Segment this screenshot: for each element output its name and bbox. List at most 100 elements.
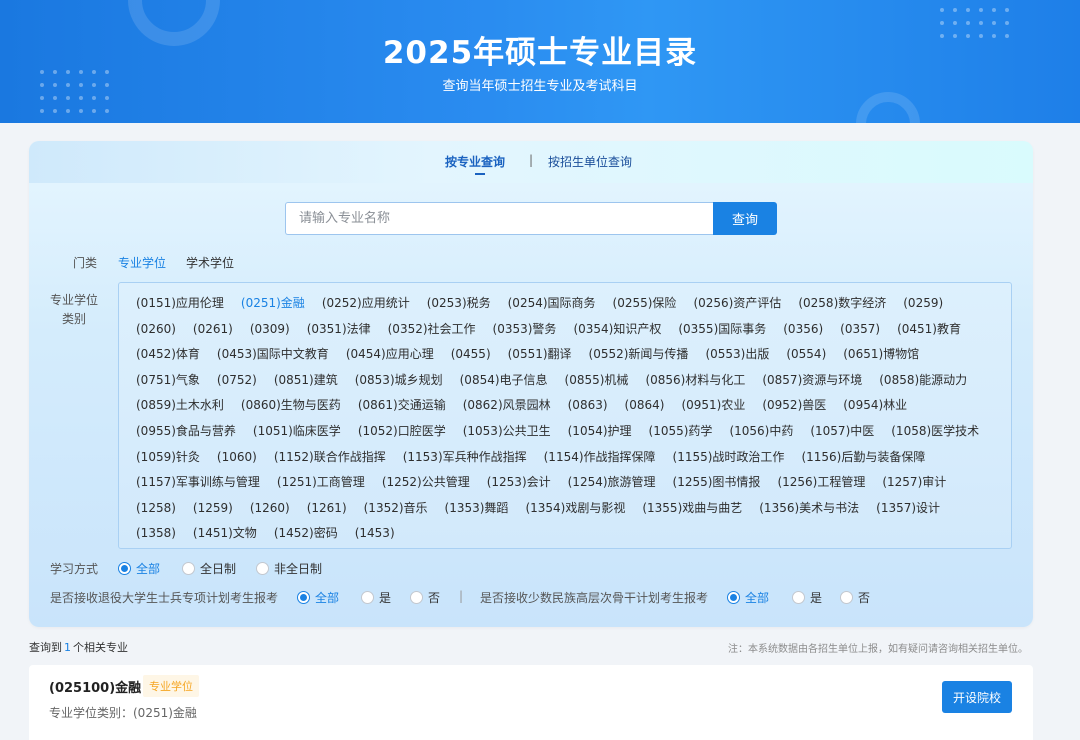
veteran-plan-radio-no[interactable]: 否 bbox=[410, 589, 440, 606]
degree-type-item[interactable]: (1355)戏曲与曲艺 bbox=[642, 496, 742, 522]
degree-type-item[interactable]: (0354)知识产权 bbox=[573, 317, 661, 343]
degree-type-item[interactable]: (0259) bbox=[903, 291, 943, 317]
degree-type-item[interactable]: (0252)应用统计 bbox=[322, 291, 410, 317]
degree-type-item[interactable]: (1155)战时政治工作 bbox=[673, 445, 785, 471]
degree-type-item[interactable]: (1052)口腔医学 bbox=[358, 419, 446, 445]
degree-type-item[interactable]: (0954)林业 bbox=[843, 393, 907, 419]
degree-type-item[interactable]: (0451)教育 bbox=[897, 317, 961, 343]
minority-plan-radio-all[interactable]: 全部 bbox=[727, 589, 769, 606]
degree-type-item[interactable]: (0862)风景园林 bbox=[463, 393, 551, 419]
degree-type-item[interactable]: (1056)中药 bbox=[729, 419, 793, 445]
degree-type-item[interactable]: (1059)针灸 bbox=[136, 445, 200, 471]
minority-plan-radio-yes[interactable]: 是 bbox=[792, 589, 822, 606]
degree-type-item[interactable]: (0858)能源动力 bbox=[879, 368, 967, 394]
degree-type-item[interactable]: (1251)工商管理 bbox=[277, 470, 365, 496]
degree-type-item[interactable]: (0254)国际商务 bbox=[508, 291, 596, 317]
study-mode-radio-all[interactable]: 全部 bbox=[118, 560, 160, 577]
degree-type-item[interactable]: (1261) bbox=[307, 496, 347, 522]
degree-type-item[interactable]: (1254)旅游管理 bbox=[568, 470, 656, 496]
degree-type-item[interactable]: (0554) bbox=[786, 342, 826, 368]
degree-type-item[interactable]: (1058)医学技术 bbox=[891, 419, 979, 445]
degree-type-item[interactable]: (0863) bbox=[568, 393, 608, 419]
degree-type-item[interactable]: (1153)军兵种作战指挥 bbox=[403, 445, 527, 471]
degree-type-item[interactable]: (0860)生物与医药 bbox=[241, 393, 341, 419]
degree-type-item[interactable]: (0260) bbox=[136, 317, 176, 343]
degree-type-item[interactable]: (1156)后勤与装备保障 bbox=[801, 445, 925, 471]
degree-type-item[interactable]: (1354)戏剧与影视 bbox=[525, 496, 625, 522]
degree-type-item[interactable]: (0859)土木水利 bbox=[136, 393, 224, 419]
degree-type-item[interactable]: (0856)材料与化工 bbox=[645, 368, 745, 394]
degree-type-item[interactable]: (0309) bbox=[250, 317, 290, 343]
degree-type-item[interactable]: (0355)国际事务 bbox=[678, 317, 766, 343]
category-option-academic[interactable]: 学术学位 bbox=[186, 254, 234, 271]
degree-type-item[interactable]: (1451)文物 bbox=[193, 521, 257, 547]
degree-type-item[interactable]: (0351)法律 bbox=[307, 317, 371, 343]
degree-type-item[interactable]: (1154)作战指挥保障 bbox=[544, 445, 656, 471]
degree-type-item[interactable]: (1152)联合作战指挥 bbox=[274, 445, 386, 471]
degree-type-item[interactable]: (0251)金融 bbox=[241, 291, 305, 317]
degree-type-item[interactable]: (0553)出版 bbox=[705, 342, 769, 368]
degree-type-item[interactable]: (0258)数字经济 bbox=[798, 291, 886, 317]
search-button[interactable]: 查询 bbox=[713, 202, 777, 235]
study-mode-radio-fulltime[interactable]: 全日制 bbox=[182, 560, 236, 577]
degree-type-item[interactable]: (1255)图书情报 bbox=[673, 470, 761, 496]
degree-type-item[interactable]: (1252)公共管理 bbox=[382, 470, 470, 496]
degree-type-item[interactable]: (1259) bbox=[193, 496, 233, 522]
degree-type-item[interactable]: (0651)博物馆 bbox=[843, 342, 919, 368]
degree-type-item[interactable]: (0357) bbox=[840, 317, 880, 343]
degree-type-item[interactable]: (0151)应用伦理 bbox=[136, 291, 224, 317]
degree-type-item[interactable]: (1356)美术与书法 bbox=[759, 496, 859, 522]
degree-type-item[interactable]: (0854)电子信息 bbox=[460, 368, 548, 394]
veteran-plan-radio-yes[interactable]: 是 bbox=[361, 589, 391, 606]
tab-by-unit[interactable]: 按招生单位查询 bbox=[548, 153, 632, 170]
degree-type-item[interactable]: (0955)食品与营养 bbox=[136, 419, 236, 445]
degree-type-item[interactable]: (1358) bbox=[136, 521, 176, 547]
degree-type-item[interactable]: (0552)新闻与传播 bbox=[589, 342, 689, 368]
degree-type-item[interactable]: (1453) bbox=[355, 521, 395, 547]
degree-type-item[interactable]: (0255)保险 bbox=[613, 291, 677, 317]
degree-type-item[interactable]: (1452)密码 bbox=[274, 521, 338, 547]
degree-type-item[interactable]: (1051)临床医学 bbox=[253, 419, 341, 445]
degree-type-item[interactable]: (0454)应用心理 bbox=[346, 342, 434, 368]
degree-type-item[interactable]: (1260) bbox=[250, 496, 290, 522]
degree-type-item[interactable]: (0853)城乡规划 bbox=[355, 368, 443, 394]
degree-type-item[interactable]: (1256)工程管理 bbox=[777, 470, 865, 496]
degree-type-item[interactable]: (1057)中医 bbox=[810, 419, 874, 445]
degree-type-item[interactable]: (0353)警务 bbox=[493, 317, 557, 343]
degree-type-item[interactable]: (0253)税务 bbox=[427, 291, 491, 317]
degree-type-item[interactable]: (0855)机械 bbox=[565, 368, 629, 394]
category-option-professional[interactable]: 专业学位 bbox=[118, 254, 166, 271]
offering-schools-button[interactable]: 开设院校 bbox=[942, 681, 1012, 713]
degree-type-item[interactable]: (1053)公共卫生 bbox=[463, 419, 551, 445]
degree-type-item[interactable]: (0455) bbox=[451, 342, 491, 368]
degree-type-item[interactable]: (0861)交通运输 bbox=[358, 393, 446, 419]
degree-type-item[interactable]: (1060) bbox=[217, 445, 257, 471]
degree-type-item[interactable]: (1352)音乐 bbox=[364, 496, 428, 522]
degree-type-item[interactable]: (1258) bbox=[136, 496, 176, 522]
degree-type-item[interactable]: (0864) bbox=[625, 393, 665, 419]
degree-type-item[interactable]: (0352)社会工作 bbox=[388, 317, 476, 343]
degree-type-item[interactable]: (0256)资产评估 bbox=[693, 291, 781, 317]
degree-type-item[interactable]: (0452)体育 bbox=[136, 342, 200, 368]
degree-type-item[interactable]: (0857)资源与环境 bbox=[762, 368, 862, 394]
degree-type-item[interactable]: (1055)药学 bbox=[649, 419, 713, 445]
degree-type-item[interactable]: (1357)设计 bbox=[876, 496, 940, 522]
degree-type-item[interactable]: (0752) bbox=[217, 368, 257, 394]
major-search-input[interactable] bbox=[285, 202, 714, 235]
degree-type-item[interactable]: (0951)农业 bbox=[681, 393, 745, 419]
degree-type-item[interactable]: (1257)审计 bbox=[882, 470, 946, 496]
degree-type-item[interactable]: (0551)翻译 bbox=[508, 342, 572, 368]
degree-type-item[interactable]: (1353)舞蹈 bbox=[445, 496, 509, 522]
study-mode-radio-parttime[interactable]: 非全日制 bbox=[256, 560, 322, 577]
degree-type-item[interactable]: (1157)军事训练与管理 bbox=[136, 470, 260, 496]
minority-plan-radio-no[interactable]: 否 bbox=[840, 589, 870, 606]
degree-type-item[interactable]: (0356) bbox=[783, 317, 823, 343]
degree-type-item[interactable]: (0453)国际中文教育 bbox=[217, 342, 329, 368]
tab-by-major[interactable]: 按专业查询 bbox=[445, 153, 505, 175]
degree-type-item[interactable]: (0751)气象 bbox=[136, 368, 200, 394]
degree-type-item[interactable]: (0261) bbox=[193, 317, 233, 343]
degree-type-item[interactable]: (0851)建筑 bbox=[274, 368, 338, 394]
degree-type-item[interactable]: (0952)兽医 bbox=[762, 393, 826, 419]
degree-type-item[interactable]: (1054)护理 bbox=[568, 419, 632, 445]
degree-type-item[interactable]: (1253)会计 bbox=[487, 470, 551, 496]
